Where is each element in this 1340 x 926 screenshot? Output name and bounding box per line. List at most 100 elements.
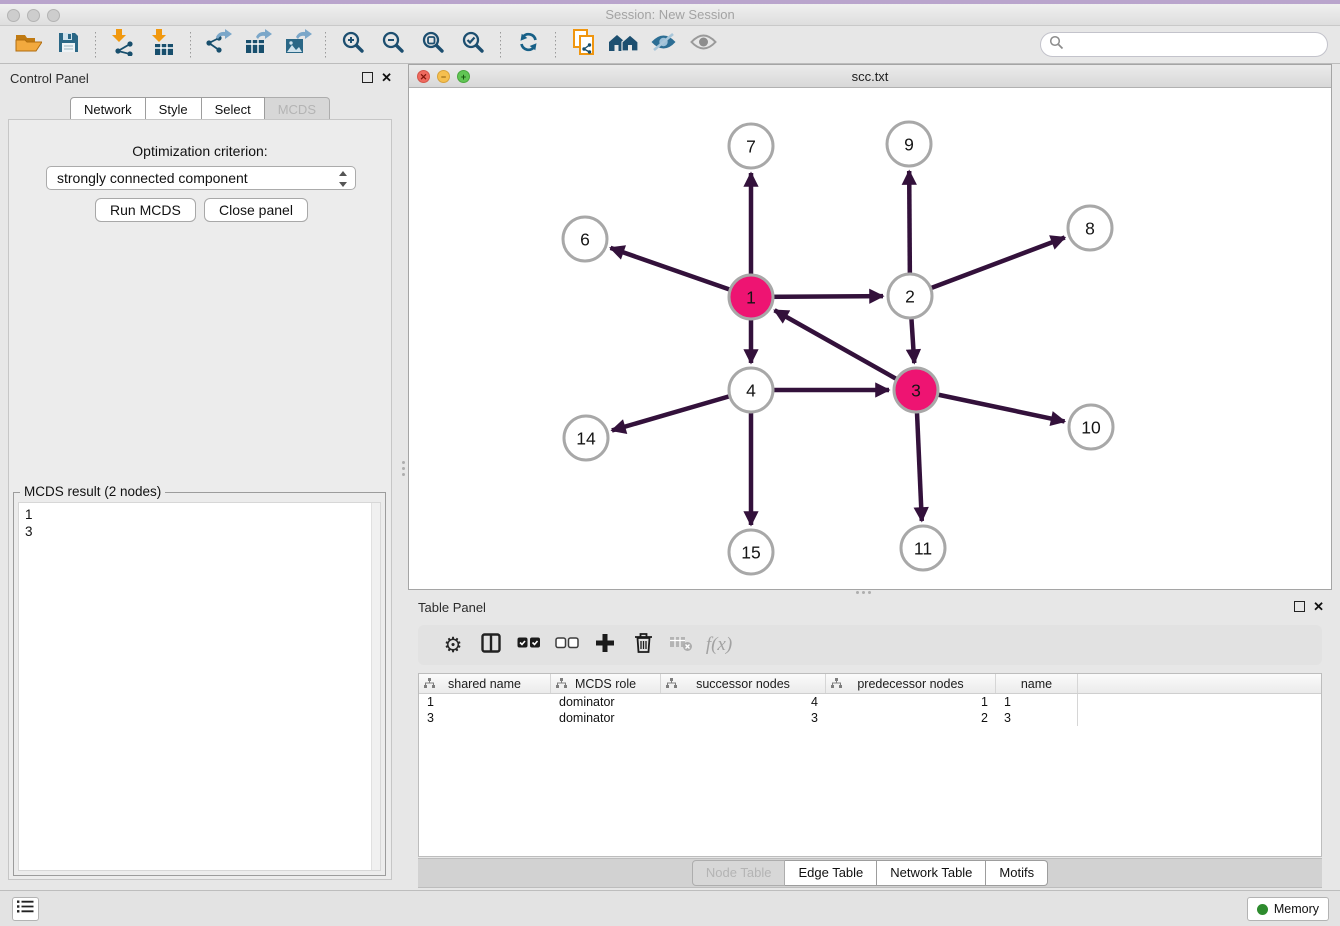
column-header-name[interactable]: name xyxy=(996,674,1078,693)
unselect-all-columns-button[interactable] xyxy=(548,628,586,662)
close-panel-button[interactable]: Close panel xyxy=(204,198,308,222)
refresh-icon xyxy=(516,30,541,59)
graph-node-label: 7 xyxy=(746,136,756,156)
save-session-button[interactable] xyxy=(51,29,85,61)
unchecked-boxes-icon xyxy=(555,636,579,654)
graph-node-label: 3 xyxy=(911,380,921,400)
trash-icon xyxy=(634,632,653,658)
graph-node-14[interactable]: 14 xyxy=(564,416,608,460)
cell-predecessor-nodes[interactable]: 2 xyxy=(826,710,996,726)
import-table-button[interactable] xyxy=(146,29,180,61)
graph-node-2[interactable]: 2 xyxy=(888,274,932,318)
table-row[interactable]: 3 dominator 3 2 3 xyxy=(419,710,1321,726)
graph-node-4[interactable]: 4 xyxy=(729,368,773,412)
export-image-icon xyxy=(284,29,312,60)
close-panel-icon[interactable]: ✕ xyxy=(381,72,392,83)
graph-node-3[interactable]: 3 xyxy=(894,368,938,412)
graph-edge-2-8[interactable] xyxy=(910,238,1065,296)
export-table-button[interactable] xyxy=(241,29,275,61)
columns-icon xyxy=(481,633,501,658)
graph-edge-3-1[interactable] xyxy=(775,310,916,390)
create-column-button[interactable] xyxy=(586,628,624,662)
cell-mcds-role[interactable]: dominator xyxy=(551,694,661,710)
graph-node-6[interactable]: 6 xyxy=(563,217,607,261)
mcds-result-list[interactable]: 1 3 xyxy=(18,502,381,871)
refresh-button[interactable] xyxy=(511,29,545,61)
cell-name[interactable]: 3 xyxy=(996,710,1078,726)
graph-node-11[interactable]: 11 xyxy=(901,526,945,570)
cell-mcds-role[interactable]: dominator xyxy=(551,710,661,726)
delete-column-button[interactable] xyxy=(624,628,662,662)
show-all-button[interactable] xyxy=(686,29,720,61)
graph-node-10[interactable]: 10 xyxy=(1069,405,1113,449)
zoom-out-icon xyxy=(381,30,405,59)
tab-motifs[interactable]: Motifs xyxy=(986,860,1048,886)
cell-shared-name[interactable]: 3 xyxy=(419,710,551,726)
network-graph[interactable]: 7 9 6 8 1 2 4 3 14 10 15 11 xyxy=(409,88,1331,589)
function-builder-button-disabled: f(x) xyxy=(700,628,738,662)
zoom-fit-button[interactable] xyxy=(416,29,450,61)
criterion-dropdown[interactable]: strongly connected component xyxy=(46,166,356,190)
vertical-splitter-handle[interactable] xyxy=(400,455,407,481)
graph-node-label: 2 xyxy=(905,286,915,306)
select-all-columns-button[interactable] xyxy=(510,628,548,662)
export-network-button[interactable] xyxy=(201,29,235,61)
graph-node-1[interactable]: 1 xyxy=(729,275,773,319)
open-session-button[interactable] xyxy=(11,29,45,61)
toolbar-separator xyxy=(325,32,326,58)
table-toolbar: ⚙ f(x) xyxy=(418,625,1322,665)
show-columns-button[interactable] xyxy=(472,628,510,662)
task-history-button[interactable] xyxy=(12,897,39,921)
mcds-panel-body: Optimization criterion: strongly connect… xyxy=(8,119,392,880)
duplicate-network-button[interactable] xyxy=(566,29,600,61)
zoom-selected-button[interactable] xyxy=(456,29,490,61)
import-network-button[interactable] xyxy=(106,29,140,61)
export-image-button[interactable] xyxy=(281,29,315,61)
toolbar-separator xyxy=(500,32,501,58)
tab-node-table[interactable]: Node Table xyxy=(692,860,786,886)
hide-selected-button[interactable] xyxy=(646,29,680,61)
cell-successor-nodes[interactable]: 3 xyxy=(661,710,826,726)
main-toolbar xyxy=(0,26,1340,64)
graph-node-label: 15 xyxy=(741,542,760,562)
import-network-icon xyxy=(110,29,136,61)
network-canvas[interactable]: 7 9 6 8 1 2 4 3 14 10 15 11 xyxy=(409,88,1331,589)
cell-predecessor-nodes[interactable]: 1 xyxy=(826,694,996,710)
tab-edge-table[interactable]: Edge Table xyxy=(785,860,877,886)
graph-node-8[interactable]: 8 xyxy=(1068,206,1112,250)
cell-successor-nodes[interactable]: 4 xyxy=(661,694,826,710)
list-icon xyxy=(17,900,34,918)
table-row[interactable]: 1 dominator 4 1 1 xyxy=(419,694,1321,710)
tab-network-table[interactable]: Network Table xyxy=(877,860,986,886)
eye-icon xyxy=(690,32,717,57)
run-mcds-button[interactable]: Run MCDS xyxy=(95,198,196,222)
gear-icon: ⚙ xyxy=(444,635,463,656)
graph-node-9[interactable]: 9 xyxy=(887,122,931,166)
search-icon xyxy=(1049,35,1064,55)
close-panel-icon[interactable]: ✕ xyxy=(1313,601,1324,612)
column-header-shared-name[interactable]: shared name xyxy=(419,674,551,693)
memory-button[interactable]: Memory xyxy=(1247,897,1329,921)
status-bar: Memory xyxy=(0,890,1340,926)
first-neighbors-button[interactable] xyxy=(606,29,640,61)
graph-node-label: 4 xyxy=(746,380,756,400)
search-box[interactable] xyxy=(1040,32,1328,57)
column-header-predecessor-nodes[interactable]: predecessor nodes xyxy=(826,674,996,693)
column-header-successor-nodes[interactable]: successor nodes xyxy=(661,674,826,693)
float-panel-icon[interactable] xyxy=(362,72,373,83)
graph-node-15[interactable]: 15 xyxy=(729,530,773,574)
result-scrollbar[interactable] xyxy=(371,503,380,870)
zoom-out-button[interactable] xyxy=(376,29,410,61)
cell-shared-name[interactable]: 1 xyxy=(419,694,551,710)
checked-boxes-icon xyxy=(517,636,541,654)
search-input[interactable] xyxy=(1069,37,1319,52)
delete-table-icon xyxy=(669,634,693,657)
graph-node-7[interactable]: 7 xyxy=(729,124,773,168)
table-settings-button[interactable]: ⚙ xyxy=(434,628,472,662)
zoom-in-button[interactable] xyxy=(336,29,370,61)
delete-table-button-disabled xyxy=(662,628,700,662)
float-panel-icon[interactable] xyxy=(1294,601,1305,612)
column-header-mcds-role[interactable]: MCDS role xyxy=(551,674,661,693)
cell-name[interactable]: 1 xyxy=(996,694,1078,710)
node-table[interactable]: shared name MCDS role successor nodes pr… xyxy=(418,673,1322,857)
